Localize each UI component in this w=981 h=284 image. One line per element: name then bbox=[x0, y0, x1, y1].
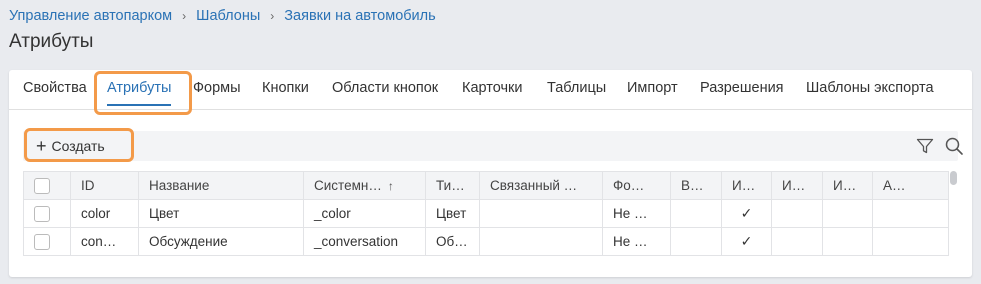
cell-c9 bbox=[771, 199, 823, 228]
column-header-name[interactable]: Название bbox=[138, 171, 304, 200]
column-header-linked[interactable]: Связанный … bbox=[479, 171, 603, 200]
breadcrumb-item-templates[interactable]: Шаблоны bbox=[196, 8, 260, 24]
table-header-row: ID Название Системн… ↑ Тип… Связанный … Ф… bbox=[23, 171, 949, 200]
table-scrollbar[interactable] bbox=[950, 171, 957, 185]
breadcrumb-item-requests[interactable]: Заявки на автомобиль bbox=[284, 8, 435, 24]
row-checkbox[interactable] bbox=[34, 233, 50, 250]
tab-attributes[interactable]: Атрибуты bbox=[107, 80, 172, 106]
column-header-c8[interactable]: И… bbox=[721, 171, 772, 200]
plus-icon: + bbox=[36, 136, 47, 156]
cell-system-name: _color bbox=[303, 199, 426, 228]
cell-system-name: _conversation bbox=[303, 227, 426, 256]
create-button-label: Создать bbox=[51, 138, 105, 154]
column-header-c11[interactable]: А… bbox=[872, 171, 949, 200]
tab-properties[interactable]: Свойства bbox=[23, 80, 87, 96]
breadcrumb-separator: › bbox=[270, 9, 275, 23]
cell-c11 bbox=[872, 227, 949, 256]
cell-linked bbox=[479, 227, 603, 256]
cell-id: color bbox=[70, 199, 139, 228]
cell-c10 bbox=[822, 227, 873, 256]
column-header-c7[interactable]: В… bbox=[670, 171, 722, 200]
search-icon[interactable] bbox=[944, 136, 964, 156]
tab-tables[interactable]: Таблицы bbox=[547, 80, 606, 96]
content-card: Свойства Атрибуты Формы Кнопки Области к… bbox=[9, 70, 972, 277]
row-checkbox[interactable] bbox=[34, 205, 50, 222]
breadcrumb-separator: › bbox=[182, 9, 187, 23]
row-select-cell[interactable] bbox=[23, 227, 71, 256]
check-icon: ✓ bbox=[721, 227, 772, 256]
cell-format: Не … bbox=[602, 227, 671, 256]
toolbar: + Создать bbox=[23, 131, 963, 161]
column-header-format[interactable]: Фо… bbox=[602, 171, 671, 200]
page-title: Атрибуты bbox=[9, 31, 94, 52]
column-header-c10[interactable]: И… bbox=[822, 171, 873, 200]
cell-id: con… bbox=[70, 227, 139, 256]
filter-icon[interactable] bbox=[916, 137, 934, 155]
tab-cards[interactable]: Карточки bbox=[462, 80, 522, 96]
breadcrumb-item-fleet[interactable]: Управление автопарком bbox=[9, 8, 172, 24]
table-row[interactable]: color Цвет _color Цвет Не … ✓ bbox=[23, 199, 949, 228]
cell-c7 bbox=[670, 199, 722, 228]
tab-bar: Свойства Атрибуты Формы Кнопки Области к… bbox=[9, 70, 972, 110]
tab-export-templates[interactable]: Шаблоны экспорта bbox=[806, 80, 934, 96]
column-header-system-name[interactable]: Системн… ↑ bbox=[303, 171, 426, 200]
cell-c9 bbox=[771, 227, 823, 256]
tab-forms[interactable]: Формы bbox=[193, 80, 241, 96]
check-icon: ✓ bbox=[721, 199, 772, 228]
column-header-type[interactable]: Тип… bbox=[425, 171, 480, 200]
tab-permissions[interactable]: Разрешения bbox=[700, 80, 784, 96]
tab-button-areas[interactable]: Области кнопок bbox=[332, 80, 438, 96]
table-row[interactable]: con… Обсуждение _conversation Обс… Не … … bbox=[23, 227, 949, 256]
column-header-label: Системн… bbox=[314, 178, 382, 193]
column-header-id[interactable]: ID bbox=[70, 171, 139, 200]
row-select-cell[interactable] bbox=[23, 199, 71, 228]
tab-buttons[interactable]: Кнопки bbox=[262, 80, 309, 96]
cell-type: Обс… bbox=[425, 227, 480, 256]
select-all-checkbox[interactable] bbox=[34, 177, 50, 194]
cell-format: Не … bbox=[602, 199, 671, 228]
select-all-cell[interactable] bbox=[23, 171, 71, 200]
column-header-c9[interactable]: И… bbox=[771, 171, 823, 200]
tab-import[interactable]: Импорт bbox=[627, 80, 678, 96]
create-button[interactable]: + Создать bbox=[26, 131, 115, 161]
cell-c11 bbox=[872, 199, 949, 228]
cell-name: Обсуждение bbox=[138, 227, 304, 256]
breadcrumb: Управление автопарком › Шаблоны › Заявки… bbox=[9, 8, 436, 24]
cell-name: Цвет bbox=[138, 199, 304, 228]
cell-type: Цвет bbox=[425, 199, 480, 228]
sort-ascending-icon: ↑ bbox=[387, 179, 394, 193]
cell-c10 bbox=[822, 199, 873, 228]
cell-linked bbox=[479, 199, 603, 228]
attributes-table: ID Название Системн… ↑ Тип… Связанный … Ф… bbox=[23, 171, 949, 256]
cell-c7 bbox=[670, 227, 722, 256]
